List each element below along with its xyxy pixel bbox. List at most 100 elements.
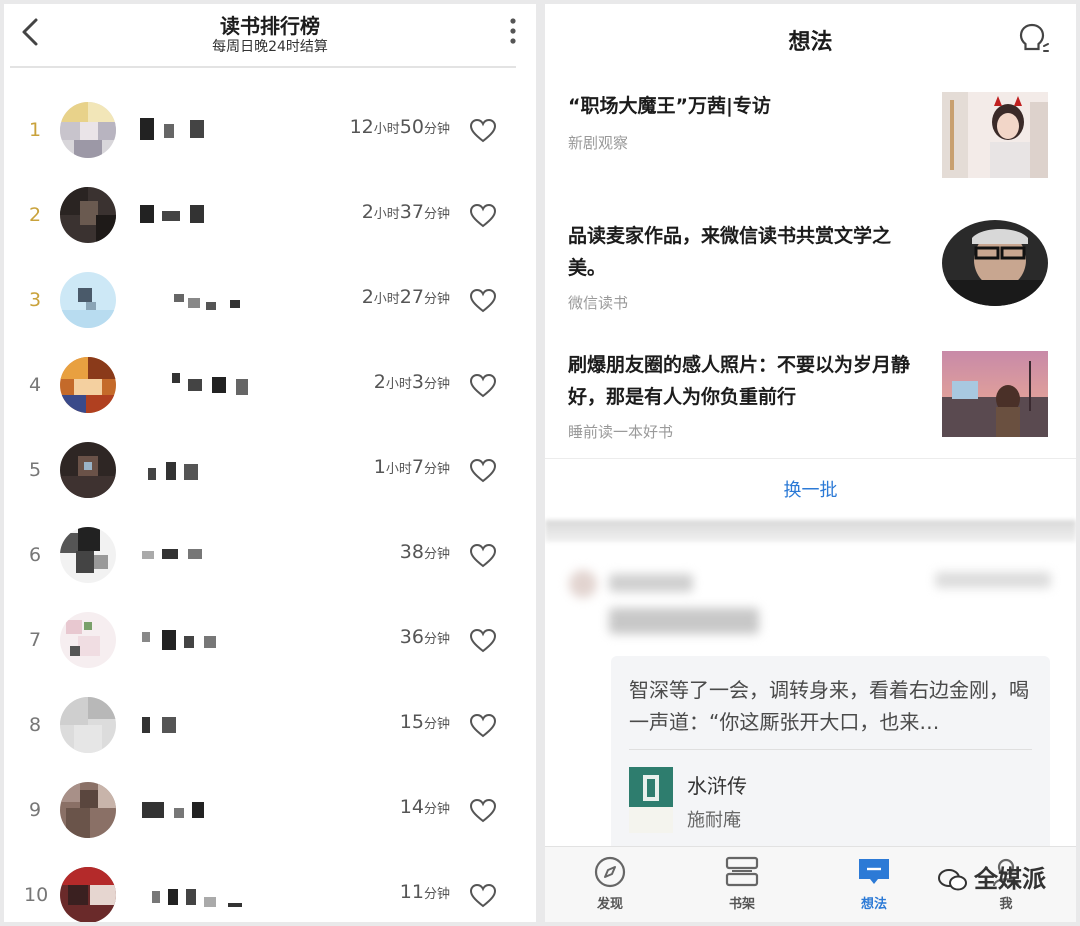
like-heart-icon[interactable] bbox=[470, 799, 496, 823]
watermark: 全媒派 bbox=[938, 859, 1046, 894]
username-obscured bbox=[138, 288, 288, 312]
reading-time: 2小时27分钟 bbox=[361, 286, 450, 308]
wechat-icon bbox=[938, 869, 967, 891]
username-obscured bbox=[138, 543, 288, 567]
ranking-row[interactable]: 3 2小时27分钟 bbox=[4, 258, 536, 343]
refresh-batch-button[interactable]: 换一批 bbox=[545, 476, 1076, 502]
like-heart-icon[interactable] bbox=[470, 459, 496, 483]
username-obscured bbox=[138, 118, 288, 142]
quoted-excerpt-card[interactable]: 智深等了一会，调转身来，看着右边金刚，喝一声道：“你这厮张开大口，也来… 水浒传… bbox=[611, 656, 1050, 856]
reading-time: 36分钟 bbox=[399, 626, 450, 648]
username-obscured bbox=[138, 373, 288, 397]
ranking-row[interactable]: 9 14分钟 bbox=[4, 768, 536, 853]
ranking-row[interactable]: 10 11分钟 bbox=[4, 853, 536, 922]
tab-thoughts[interactable]: 想法 bbox=[829, 855, 919, 919]
rank-number: 3 bbox=[28, 289, 42, 311]
avatar[interactable] bbox=[60, 867, 116, 922]
lightbulb-icon[interactable] bbox=[1018, 22, 1050, 56]
bookshelf-icon bbox=[725, 856, 759, 887]
article-item[interactable]: “职场大魔王”万茜|专访 新剧观察 bbox=[568, 90, 1048, 190]
avatar[interactable] bbox=[60, 782, 116, 838]
reading-time: 1小时7分钟 bbox=[373, 456, 450, 478]
username-obscured bbox=[138, 883, 288, 907]
avatar[interactable] bbox=[60, 697, 116, 753]
article-item[interactable]: 刷爆朋友圈的感人照片：不要以为岁月静好，那是有人为你负重前行 睡前读一本好书 bbox=[568, 349, 1048, 449]
avatar[interactable] bbox=[60, 442, 116, 498]
article-source: 睡前读一本好书 bbox=[568, 423, 674, 441]
ranking-header: 读书排行榜 每周日晚24时结算 bbox=[4, 4, 536, 68]
rank-number: 1 bbox=[28, 119, 42, 141]
reading-time: 14分钟 bbox=[399, 796, 450, 818]
article-thumbnail bbox=[942, 351, 1048, 437]
page-subtitle: 每周日晚24时结算 bbox=[212, 39, 328, 55]
article-source: 微信读书 bbox=[568, 294, 629, 312]
thoughts-icon bbox=[859, 859, 889, 884]
bottom-tab-bar: 发现 书架 想法 我 全媒派 bbox=[545, 846, 1076, 922]
section-divider bbox=[545, 458, 1076, 459]
excerpt-divider bbox=[629, 749, 1032, 750]
reading-time: 12小时50分钟 bbox=[349, 116, 450, 138]
article-title: 品读麦家作品，来微信读书共赏文学之美。 bbox=[568, 225, 892, 279]
username-obscured bbox=[138, 798, 288, 822]
rank-number: 7 bbox=[28, 629, 42, 651]
like-heart-icon[interactable] bbox=[470, 544, 496, 568]
like-heart-icon[interactable] bbox=[470, 884, 496, 908]
rank-number: 10 bbox=[24, 884, 49, 906]
thoughts-panel: 想法 “职场大魔王”万茜|专访 新剧观察 品读麦家作品，来微信读书共赏文学之美。… bbox=[545, 4, 1076, 922]
like-heart-icon[interactable] bbox=[470, 204, 496, 228]
compass-icon bbox=[594, 856, 626, 888]
tab-label: 想法 bbox=[860, 897, 887, 912]
reading-time: 15分钟 bbox=[399, 711, 450, 733]
reading-time: 38分钟 bbox=[399, 541, 450, 563]
blurred-post-header bbox=[545, 542, 1076, 662]
ranking-row[interactable]: 8 15分钟 bbox=[4, 683, 536, 768]
ranking-row[interactable]: 1 12小时50分钟 bbox=[4, 88, 536, 173]
avatar[interactable] bbox=[60, 187, 116, 243]
book-title: 水浒传 bbox=[687, 774, 747, 798]
ranking-row[interactable]: 2 2小时37分钟 bbox=[4, 173, 536, 258]
article-item[interactable]: 品读麦家作品，来微信读书共赏文学之美。 微信读书 bbox=[568, 220, 1048, 320]
username-obscured bbox=[138, 203, 288, 227]
like-heart-icon[interactable] bbox=[470, 119, 496, 143]
reading-time: 11分钟 bbox=[399, 881, 450, 903]
article-thumbnail bbox=[942, 220, 1048, 306]
avatar[interactable] bbox=[60, 612, 116, 668]
rank-number: 6 bbox=[28, 544, 42, 566]
tab-label: 发现 bbox=[596, 897, 623, 912]
username-obscured bbox=[138, 458, 288, 482]
ranking-row[interactable]: 7 36分钟 bbox=[4, 598, 536, 683]
article-title: “职场大魔王”万茜|专访 bbox=[568, 95, 771, 117]
book-cover[interactable] bbox=[629, 767, 673, 833]
watermark-text: 全媒派 bbox=[974, 865, 1046, 893]
ranking-row[interactable]: 4 2小时3分钟 bbox=[4, 343, 536, 428]
page-title: 读书排行榜 bbox=[220, 14, 320, 38]
tab-bookshelf[interactable]: 书架 bbox=[697, 855, 787, 919]
book-author: 施耐庵 bbox=[687, 810, 741, 831]
ranking-panel: 读书排行榜 每周日晚24时结算 1 12小时50分钟 2 2小时37分钟 3 2… bbox=[4, 4, 536, 922]
avatar[interactable] bbox=[60, 102, 116, 158]
like-heart-icon[interactable] bbox=[470, 374, 496, 398]
tab-label: 书架 bbox=[728, 897, 755, 912]
rank-number: 9 bbox=[28, 799, 42, 821]
username-obscured bbox=[138, 713, 288, 737]
rank-number: 2 bbox=[28, 204, 42, 226]
ranking-row[interactable]: 5 1小时7分钟 bbox=[4, 428, 536, 513]
avatar[interactable] bbox=[60, 527, 116, 583]
username-obscured bbox=[138, 628, 288, 652]
ranking-row[interactable]: 6 38分钟 bbox=[4, 513, 536, 598]
tab-label: 我 bbox=[999, 897, 1013, 912]
more-options-icon[interactable] bbox=[508, 16, 518, 46]
rank-number: 8 bbox=[28, 714, 42, 736]
article-source: 新剧观察 bbox=[568, 134, 629, 152]
section-gap bbox=[545, 520, 1076, 542]
avatar[interactable] bbox=[60, 272, 116, 328]
article-thumbnail bbox=[942, 92, 1048, 178]
rank-number: 4 bbox=[28, 374, 42, 396]
like-heart-icon[interactable] bbox=[470, 714, 496, 738]
rank-number: 5 bbox=[28, 459, 42, 481]
like-heart-icon[interactable] bbox=[470, 629, 496, 653]
like-heart-icon[interactable] bbox=[470, 289, 496, 313]
tab-discover[interactable]: 发现 bbox=[565, 855, 655, 919]
reading-time: 2小时3分钟 bbox=[373, 371, 450, 393]
avatar[interactable] bbox=[60, 357, 116, 413]
